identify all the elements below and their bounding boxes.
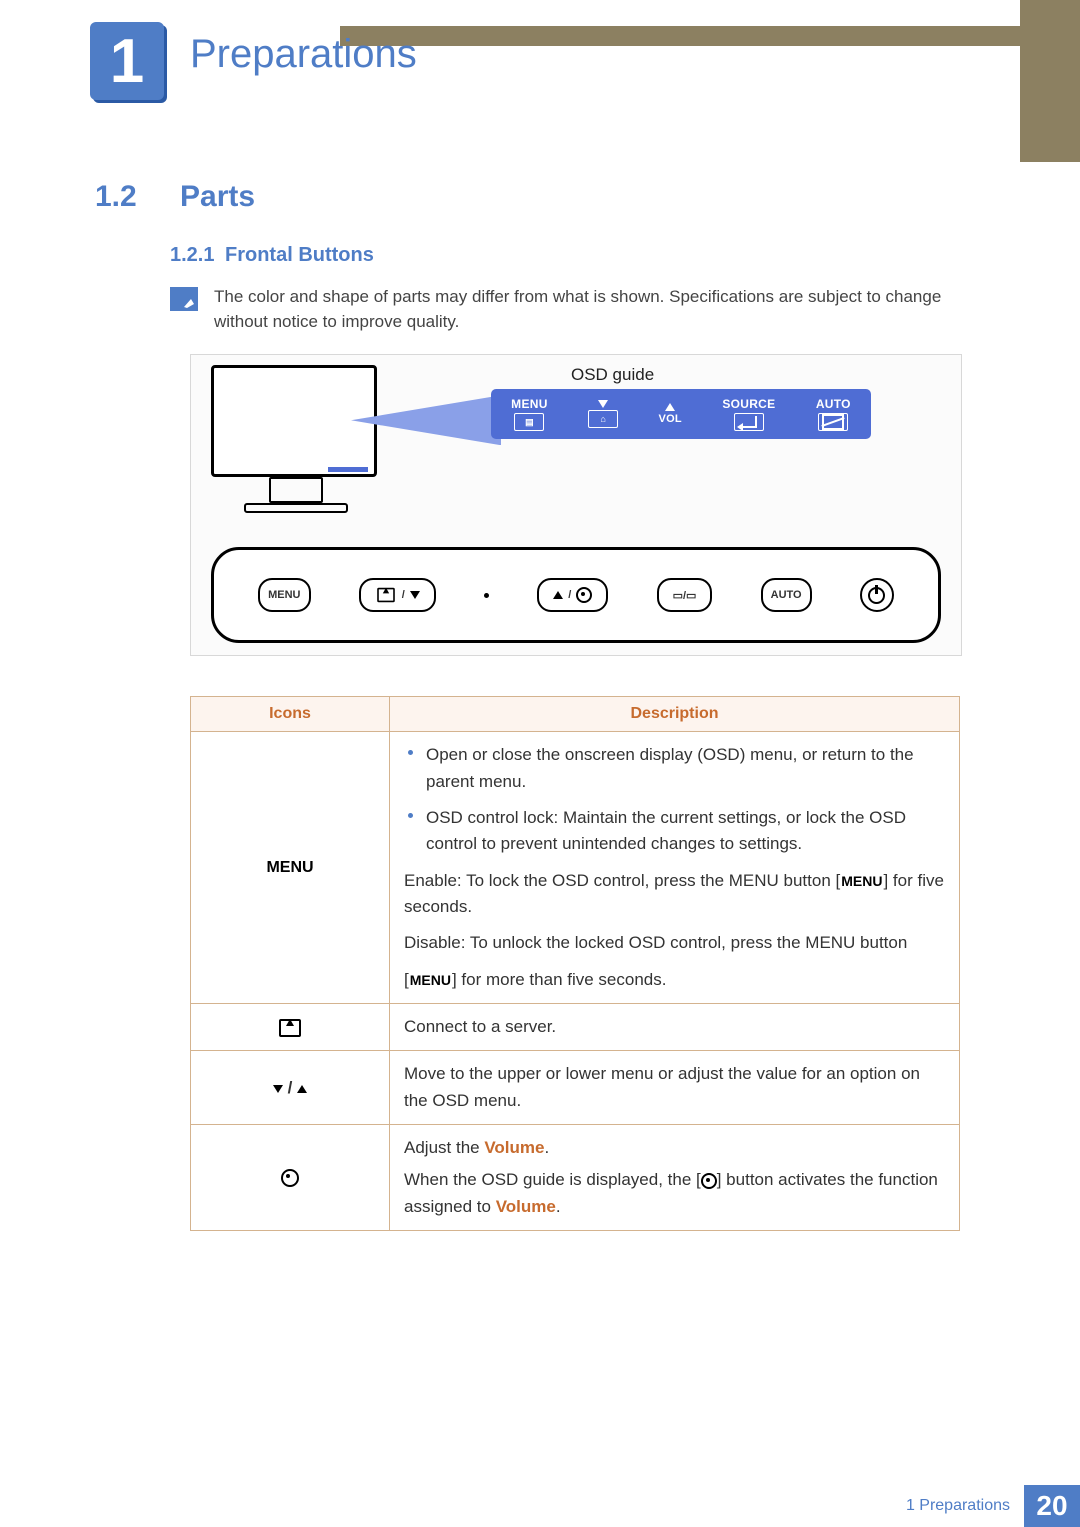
subsection-number: 1.2.1 <box>170 244 225 267</box>
physical-menu-button: MENU <box>258 578 310 612</box>
menu-badge-icon: MENU <box>409 970 452 992</box>
menu-badge-icon: MENU <box>840 871 883 893</box>
server-icon <box>279 1019 301 1037</box>
table-row-record: Adjust the Volume. When the OSD guide is… <box>191 1125 960 1231</box>
dot-indicator-icon <box>484 593 489 598</box>
volume-highlight: Volume <box>484 1138 544 1157</box>
osd-auto-label: AUTO <box>816 397 851 411</box>
server-icon <box>377 588 395 602</box>
osd-cell-down: ⌂ <box>588 400 618 428</box>
page-footer: 1 Preparations 20 <box>0 1485 1080 1527</box>
note-icon <box>170 287 198 311</box>
button-bar: MENU / / ▭/▭ AUTO <box>211 547 941 643</box>
table-row-menu: MENU Open or close the onscreen display … <box>191 732 960 1004</box>
physical-auto-button: AUTO <box>761 578 812 612</box>
triangle-down-icon <box>598 400 608 408</box>
record-icon <box>281 1169 299 1187</box>
triangle-down-icon <box>273 1085 283 1093</box>
return-box-icon <box>734 413 764 431</box>
osd-vol-label: VOL <box>658 413 682 425</box>
icons-description-table: Icons Description MENU Open or close the… <box>190 696 960 1231</box>
section-title: Parts <box>180 180 255 214</box>
footer-page-number: 20 <box>1024 1485 1080 1527</box>
triangle-up-icon <box>297 1085 307 1093</box>
frontal-buttons-diagram: OSD guide MENU ▤ ⌂ VOL SOURCE <box>190 354 962 656</box>
osd-cell-source: SOURCE <box>722 397 775 431</box>
table-header-icons: Icons <box>191 697 390 732</box>
osd-bar: MENU ▤ ⌂ VOL SOURCE AUTO <box>491 389 871 439</box>
icon-cell-record <box>191 1125 390 1231</box>
table-row-arrows: / Move to the upper or lower menu or adj… <box>191 1051 960 1125</box>
triangle-up-icon <box>553 591 563 599</box>
desc-cell-record: Adjust the Volume. When the OSD guide is… <box>390 1125 960 1231</box>
menu-bullet-2: OSD control lock: Maintain the current s… <box>404 805 945 858</box>
auto-box-icon <box>818 413 848 431</box>
table-row-server: Connect to a server. <box>191 1004 960 1051</box>
note-text: The color and shape of parts may differ … <box>214 285 960 334</box>
chapter-title: Preparations <box>190 32 417 77</box>
osd-source-label: SOURCE <box>722 397 775 411</box>
menu-disable-text: Disable: To unlock the locked OSD contro… <box>404 930 945 956</box>
footer-chapter-label: 1 Preparations <box>906 1485 1024 1527</box>
icon-cell-server <box>191 1004 390 1051</box>
osd-cell-up-vol: VOL <box>658 403 682 425</box>
osd-guide-label: OSD guide <box>571 365 654 385</box>
physical-source-button: ▭/▭ <box>657 578 713 612</box>
auto-button-label: AUTO <box>771 589 802 601</box>
icon-cell-arrows: / <box>191 1051 390 1125</box>
icon-cell-menu: MENU <box>191 732 390 1004</box>
menu-bullet-1: Open or close the onscreen display (OSD)… <box>404 742 945 795</box>
chapter-number-tab: 1 <box>90 22 164 100</box>
menu-icon-label: MENU <box>265 856 314 881</box>
menu-button-label: MENU <box>268 589 300 601</box>
menu-disable-text-2: [MENU] for more than five seconds. <box>404 967 945 993</box>
monitor-illustration <box>211 365 381 515</box>
power-icon <box>868 587 885 604</box>
table-header-description: Description <box>390 697 960 732</box>
menu-box-icon: ▤ <box>514 413 544 431</box>
osd-cell-menu: MENU ▤ <box>511 397 548 431</box>
top-margin-bar <box>340 26 1080 46</box>
desc-cell-server: Connect to a server. <box>390 1004 960 1051</box>
menu-enable-text: Enable: To lock the OSD control, press t… <box>404 868 945 921</box>
section-number: 1.2 <box>95 180 180 214</box>
right-margin-bar <box>1020 0 1080 162</box>
osd-menu-label: MENU <box>511 397 548 411</box>
physical-power-button <box>860 578 894 612</box>
triangle-down-icon <box>410 591 420 599</box>
physical-down-server-button: / <box>359 578 436 612</box>
osd-cell-auto: AUTO <box>816 397 851 431</box>
record-icon <box>576 587 592 603</box>
volume-highlight: Volume <box>496 1197 556 1216</box>
desc-cell-menu: Open or close the onscreen display (OSD)… <box>390 732 960 1004</box>
physical-up-record-button: / <box>537 578 608 612</box>
record-icon <box>701 1173 717 1189</box>
server-box-icon: ⌂ <box>588 410 618 428</box>
subsection-title: Frontal Buttons <box>225 244 374 267</box>
triangle-up-icon <box>665 403 675 411</box>
desc-cell-arrows: Move to the upper or lower menu or adjus… <box>390 1051 960 1125</box>
